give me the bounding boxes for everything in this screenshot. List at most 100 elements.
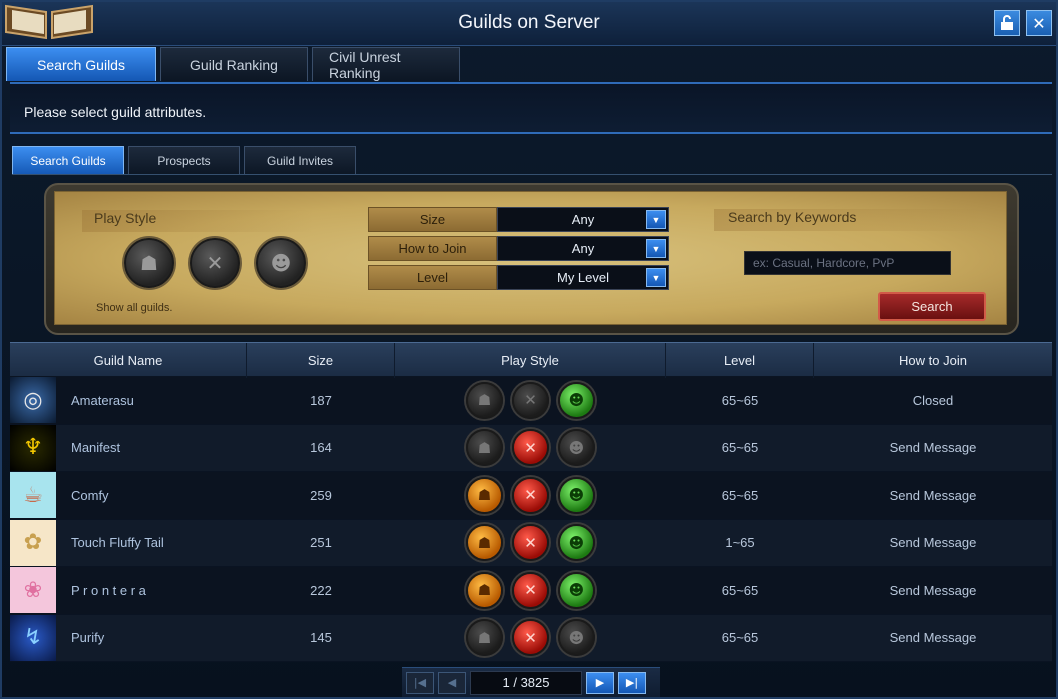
guild-join-method[interactable]: Send Message (814, 615, 1052, 662)
table-row[interactable]: ✿ Touch Fluffy Tail 251 ☗ ✕ ☻ 1~65 Send … (10, 519, 1052, 567)
table-row[interactable]: ❀ P r o n t e r a 222 ☗ ✕ ☻ 65~65 Send M… (10, 567, 1052, 615)
pve-filter-icon[interactable]: ☗ (124, 238, 174, 288)
tab-guild-ranking[interactable]: Guild Ranking (160, 47, 308, 81)
guild-join-method[interactable]: Send Message (814, 472, 1052, 519)
guild-name: P r o n t e r a (71, 582, 146, 598)
social-filter-icon[interactable]: ☻ (256, 238, 306, 288)
guild-size: 164 (310, 440, 332, 456)
join-select[interactable]: Any ▼ (497, 236, 669, 261)
table-row[interactable]: ↯ Purify 145 ☗ ✕ ☻ 65~65 Send Message (10, 614, 1052, 662)
subtab-guild-invites[interactable]: Guild Invites (244, 146, 356, 175)
header-guild-name[interactable]: Guild Name (10, 343, 247, 378)
guild-emblem-icon: ◎ (10, 377, 56, 424)
guild-table: Guild Name Size Play Style Level How to … (10, 342, 1052, 662)
guild-join-method[interactable]: Send Message (814, 567, 1052, 614)
pve-icon: ☗ (466, 429, 503, 467)
social-icon: ☻ (558, 476, 595, 514)
guild-level: 65~65 (721, 582, 759, 598)
subtab-search-guilds[interactable]: Search Guilds (12, 146, 124, 175)
guilds-window: Guilds on Server ✕ Search Guilds Guild R… (0, 0, 1058, 699)
social-icon: ☻ (558, 571, 595, 609)
guild-name-cell: ↯ Purify (10, 614, 247, 662)
guild-emblem-icon: ✿ (10, 519, 56, 566)
level-filter: Level My Level ▼ (368, 265, 669, 290)
guild-name-cell: ✿ Touch Fluffy Tail (10, 519, 247, 567)
guild-name-cell: ❀ P r o n t e r a (10, 567, 247, 614)
page-indicator: 1 / 3825 (470, 670, 582, 695)
next-page-icon[interactable]: ▶ (586, 671, 614, 694)
tab-civil-unrest-ranking[interactable]: Civil Unrest Ranking (312, 47, 460, 81)
tab-search-guilds[interactable]: Search Guilds (6, 47, 156, 81)
level-value: My Level (556, 270, 610, 285)
pvp-filter-icon[interactable]: ✕ (190, 238, 240, 288)
play-style-cell: ☗ ✕ ☻ (395, 615, 666, 662)
keywords-label: Search by Keywords (714, 209, 984, 231)
first-page-icon[interactable]: |◀ (406, 671, 434, 694)
size-filter: Size Any ▼ (368, 207, 669, 232)
pvp-icon: ✕ (512, 476, 549, 514)
social-icon: ☻ (558, 429, 595, 467)
pve-icon: ☗ (466, 524, 503, 562)
social-icon: ☻ (558, 524, 595, 562)
prev-page-icon[interactable]: ◀ (438, 671, 466, 694)
guild-name: Amaterasu (71, 392, 134, 408)
guild-emblem-icon: ☕ (10, 472, 56, 519)
guild-size: 222 (310, 582, 332, 598)
guild-level: 65~65 (721, 392, 759, 408)
guild-join-method[interactable]: Send Message (814, 520, 1052, 567)
chevron-down-icon[interactable]: ▼ (646, 210, 666, 229)
header-play-style[interactable]: Play Style (395, 343, 666, 378)
level-select[interactable]: My Level ▼ (497, 265, 669, 290)
lock-icon[interactable] (994, 10, 1020, 36)
size-select[interactable]: Any ▼ (497, 207, 669, 232)
top-tabs: Search Guilds Guild Ranking Civil Unrest… (6, 47, 460, 81)
guild-name: Comfy (71, 487, 109, 503)
guild-size: 259 (310, 487, 332, 503)
pvp-icon: ✕ (512, 571, 549, 609)
play-style-cell: ☗ ✕ ☻ (395, 472, 666, 519)
play-style-cell: ☗ ✕ ☻ (395, 377, 666, 424)
pve-icon: ☗ (466, 476, 503, 514)
guild-name: Touch Fluffy Tail (71, 535, 164, 551)
subtab-prospects[interactable]: Prospects (128, 146, 240, 175)
chevron-down-icon[interactable]: ▼ (646, 239, 666, 258)
guild-level: 65~65 (721, 487, 759, 503)
chevron-down-icon[interactable]: ▼ (646, 268, 666, 287)
search-button[interactable]: Search (878, 292, 986, 321)
pve-icon: ☗ (466, 381, 503, 419)
header-level[interactable]: Level (666, 343, 814, 378)
info-text: Please select guild attributes. (24, 104, 207, 120)
guild-name-cell: ◎ Amaterasu (10, 377, 247, 424)
table-header: Guild Name Size Play Style Level How to … (10, 342, 1052, 378)
last-page-icon[interactable]: ▶| (618, 671, 646, 694)
table-row[interactable]: ☕ Comfy 259 ☗ ✕ ☻ 65~65 Send Message (10, 472, 1052, 520)
table-row[interactable]: ◎ Amaterasu 187 ☗ ✕ ☻ 65~65 Closed (10, 377, 1052, 425)
header-size[interactable]: Size (247, 343, 395, 378)
table-row[interactable]: ♆ Manifest 164 ☗ ✕ ☻ 65~65 Send Message (10, 424, 1052, 472)
close-icon[interactable]: ✕ (1026, 10, 1052, 36)
guild-emblem-icon: ♆ (10, 424, 56, 471)
play-style-cell: ☗ ✕ ☻ (395, 567, 666, 614)
window-title: Guilds on Server (458, 12, 600, 33)
info-bar: Please select guild attributes. (10, 82, 1052, 134)
guild-level: 1~65 (725, 535, 755, 551)
pagination: |◀ ◀ 1 / 3825 ▶ ▶| (402, 667, 660, 697)
play-style-label: Play Style (82, 210, 314, 232)
pvp-icon: ✕ (512, 429, 549, 467)
guild-join-method[interactable]: Send Message (814, 425, 1052, 472)
guild-level: 65~65 (721, 630, 759, 646)
size-value: Any (571, 212, 595, 227)
social-icon: ☻ (558, 381, 595, 419)
keywords-input[interactable] (744, 251, 951, 275)
guild-size: 145 (310, 630, 332, 646)
guild-name: Manifest (71, 440, 121, 456)
title-bar[interactable]: Guilds on Server ✕ (2, 2, 1056, 46)
play-style-cell: ☗ ✕ ☻ (395, 425, 666, 472)
show-all-guilds-link[interactable]: Show all guilds. (96, 302, 172, 314)
join-filter: How to Join Any ▼ (368, 236, 669, 261)
level-label: Level (368, 265, 497, 290)
sub-tabs: Search Guilds Prospects Guild Invites (12, 146, 356, 175)
header-how-to-join[interactable]: How to Join (814, 343, 1052, 378)
divider (12, 174, 1052, 175)
pve-icon: ☗ (466, 571, 503, 609)
